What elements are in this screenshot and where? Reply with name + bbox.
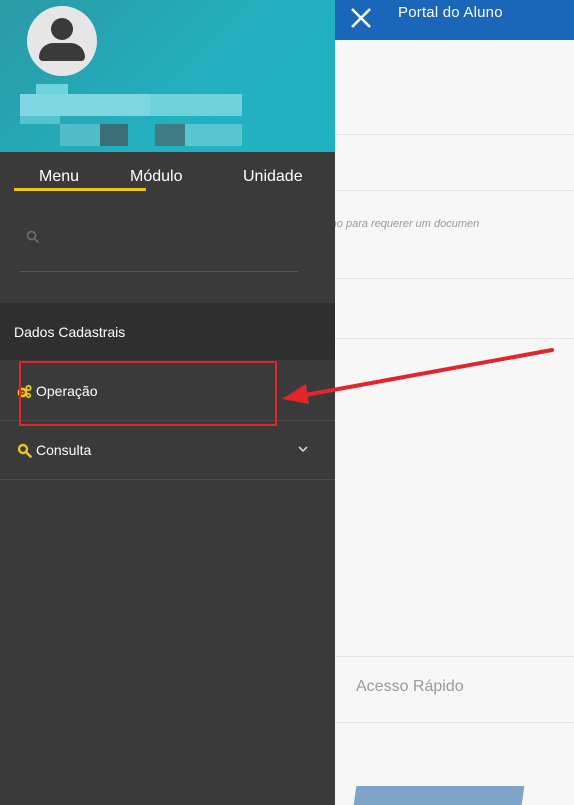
- profile-header: [0, 0, 335, 152]
- search-underline: [20, 271, 298, 272]
- active-tab-indicator: [14, 188, 146, 191]
- section-header-dados-cadastrais[interactable]: Dados Cadastrais: [0, 303, 335, 360]
- page-title: Portal do Aluno: [398, 4, 503, 21]
- tab-modulo[interactable]: Módulo: [130, 168, 182, 186]
- content-divider: [330, 722, 574, 723]
- chevron-down-icon[interactable]: [298, 445, 308, 453]
- close-icon[interactable]: [348, 5, 374, 31]
- content-divider: [330, 134, 574, 135]
- content-divider: [330, 338, 574, 339]
- annotation-highlight-box: [19, 361, 277, 426]
- search-input[interactable]: [48, 224, 298, 250]
- quick-access-heading: Acesso Rápido: [356, 678, 464, 695]
- faded-text: ... ... ... ... ... ...: [330, 262, 434, 268]
- sidebar-tabs: Menu Módulo Unidade: [0, 152, 335, 200]
- quick-access-card[interactable]: [353, 786, 525, 805]
- menu-search: [20, 220, 300, 272]
- avatar[interactable]: [27, 6, 97, 76]
- content-divider: [330, 278, 574, 279]
- section-header-label: Dados Cadastrais: [14, 324, 126, 340]
- tab-menu[interactable]: Menu: [39, 168, 79, 186]
- content-divider: [330, 190, 574, 191]
- sidebar-item-label: Consulta: [36, 442, 92, 458]
- search-icon: [26, 230, 40, 244]
- notice-text: o Aluno para requerer um documen: [306, 218, 480, 230]
- tab-unidade[interactable]: Unidade: [243, 168, 303, 186]
- menu-divider: [0, 479, 335, 480]
- content-divider: [330, 656, 574, 657]
- user-body-icon: [39, 43, 85, 61]
- sidebar-item-consulta[interactable]: Consulta: [0, 421, 335, 479]
- user-head-icon: [51, 18, 73, 40]
- search-icon: [17, 443, 32, 458]
